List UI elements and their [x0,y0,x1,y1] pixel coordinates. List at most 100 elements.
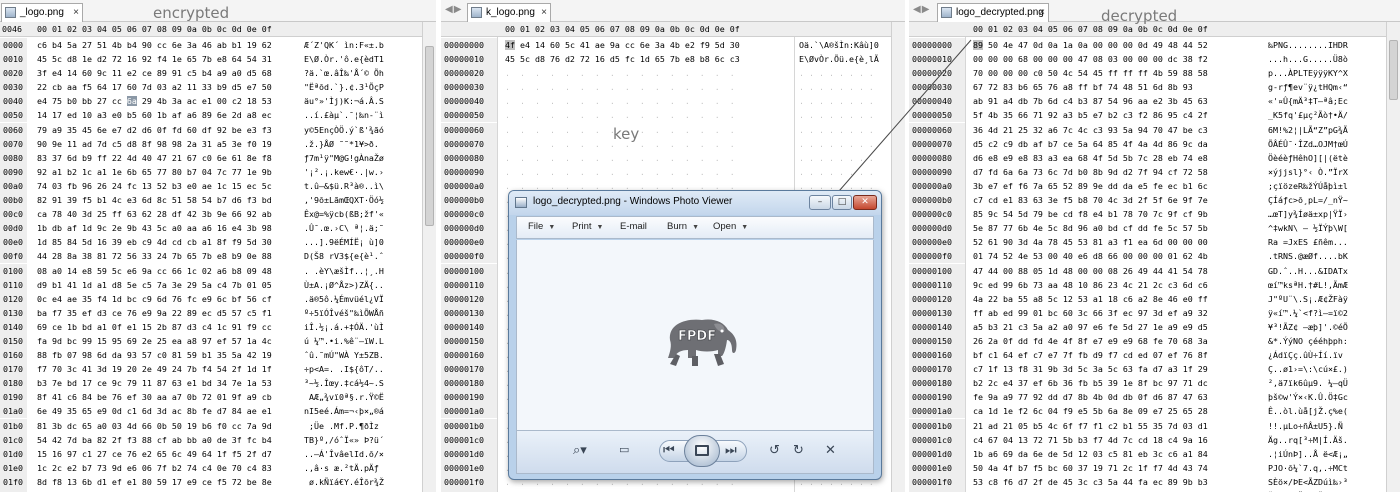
hex-row[interactable]: 00000180 b2 2c e4 37 ef 6b 36 fb b5 39 1e… [909,376,1400,391]
ascii-text[interactable]: ..—Á'ÎvâelId.õ/× [304,447,384,461]
ascii-text[interactable]: PJO·õ¼`7.q,.÷MCt [1268,461,1348,475]
hex-bytes[interactable]: 44 28 8a 38 81 72 56 33 24 7b 65 7b e8 b… [37,249,272,263]
ascii-text[interactable]: AÆ„¾vï0ª§.r.Ÿ©Ë [304,390,384,404]
ascii-text[interactable]: . .èY\æšÌf..¦¸.H [304,264,384,278]
hex-row[interactable]: 01b0 81 3b dc 65 a0 03 4d 66 0b 50 19 b6 … [0,418,436,433]
hex-row[interactable]: 00d0 1b db af 1d 9c 2e 9b 43 5c a0 aa a6 … [0,221,436,236]
hex-bytes[interactable]: c6 b4 5a 27 51 4b b4 90 cc 6e 3a 46 ab b… [37,38,272,52]
ascii-text[interactable]: Êx@=%ÿcb(ßB;žf'« [304,207,384,221]
hex-row[interactable]: 00000020 70 00 00 00 c0 50 4c 54 45 ff ff… [909,66,1400,81]
hex-bytes[interactable]: d5 c2 c9 db af b7 ce 5a 64 85 4f 4a 4d 8… [973,137,1208,151]
hex-row[interactable]: 00000160 bf c1 64 ef c7 e7 7f fb d9 f7 cd… [909,348,1400,363]
selected-byte[interactable]: 4f [505,40,515,50]
hex-bytes[interactable]: 1c 2c e2 b7 73 9d e6 06 7f b2 74 c4 0e 7… [37,461,272,475]
hex-row[interactable]: 0140 69 ce 1b bd a1 0f e1 15 2b 87 d3 c4 … [0,319,436,334]
ascii-text[interactable]: ³~½.Îœy.‡cá½4~.S [304,376,384,390]
title-bar[interactable]: logo_decrypted.png - Windows Photo Viewe… [509,191,881,215]
hex-bytes[interactable]: 1d 85 84 5d 16 39 eb c9 4d cd cb a1 8f f… [37,235,272,249]
ascii-text[interactable]: J"ºU¨\.S¡.Æ¢ŽFàÿ [1268,292,1348,306]
ascii-text[interactable]: ...h...G.....Ü8ò [1268,52,1348,66]
hex-bytes[interactable]: 45 5c d8 76 d2 72 16 d5 fc 1d 65 7b e8 b… [505,52,740,66]
hex-row[interactable]: 000001d0 1b a6 69 da 6e de 5d 12 03 c5 81… [909,446,1400,461]
hex-row[interactable]: 00000030 . . . . . . . . . . . . . . . ..… [441,80,905,95]
ascii-text[interactable]: ÇÍáƒc>õ¸pL=/_nŸ~ [1268,193,1348,207]
ascii-text[interactable]: .¦iÚnÞ]..Å ë<Æ¡„ [1268,447,1348,461]
ascii-text[interactable]: . . . . . . . . [799,137,874,151]
hex-row[interactable]: 00000040 . . . . . . . . . . . . . . . ..… [441,94,905,109]
hex-row[interactable]: 01c0 54 42 7d ba 82 2f f3 88 cf ab bb a0 … [0,432,436,447]
photo-viewer-window[interactable]: logo_decrypted.png - Windows Photo Viewe… [508,190,882,480]
hex-row[interactable]: 0080 83 37 6d b9 ff 22 4d 40 47 21 67 c0 … [0,150,436,165]
ascii-text[interactable]: .ž.­}ÅØ ˜˜*1¥>ð. [304,137,379,151]
rotate-cw-icon[interactable]: ↻ [793,443,804,458]
image-canvas[interactable]: FPDF [516,240,874,430]
selected-byte[interactable]: 89 [973,40,983,50]
hex-bytes[interactable]: 92 a1 b2 1c a1 1e 6b 65 77 80 b7 04 7c 7… [37,165,272,179]
ascii-text[interactable]: ...].9ëÉMÍË¡ ù]0 [304,235,384,249]
hex-row[interactable]: 0020 3f e4 14 60 9c 11 e2 ce 89 91 c5 b4 … [0,66,436,81]
hex-bytes[interactable]: 82 91 39 f5 b1 4c e3 6d 8c 51 58 54 b7 d… [37,193,272,207]
ascii-text[interactable]: D(Š8 rV3${e{è¹.ˆ [304,249,384,263]
hex-row[interactable]: 00000010 00 00 00 68 00 00 00 47 08 03 00… [909,52,1400,67]
hex-bytes[interactable]: 14 17 ed 10 a3 e0 b5 60 1b af a6 89 6e 2… [37,108,272,122]
ascii-text[interactable]: .tRNS.@æØf....bK [1268,249,1348,263]
hex-bytes[interactable]: ca 78 40 3d 25 ff 63 62 28 df 42 3b 9e 6… [37,207,272,221]
cursor-byte[interactable]: 6a [126,96,137,107]
hex-row[interactable]: 00000070. . . . . . . . . . . . . . . ..… [441,136,905,151]
hex-bytes[interactable]: 4f e4 14 60 5c 41 ae 9a cc 6e 3a 4b e2 f… [505,38,740,52]
hex-bytes[interactable]: 79 a9 35 45 6e e7 d2 d6 0f fd 60 df 92 b… [37,123,272,137]
hex-row[interactable]: 000000b0 c7 cd e1 83 63 3e f5 b8 70 4c 3d… [909,193,1400,208]
ascii-text[interactable]: ;çïözeR‰žÝÚåþì±l [1268,179,1348,193]
hex-row[interactable]: 00000110 9c ed 99 6b 73 aa 48 10 86 23 4c… [909,277,1400,292]
hex-bytes[interactable]: 85 9c 54 5d 79 be cd f8 e4 b1 78 70 7c 9… [973,207,1208,221]
hex-bytes[interactable]: e4 75 b0 bb 27 cc 6a 29 4b 3a ac e1 00 c… [37,94,272,108]
hex-bytes[interactable]: 54 42 7d ba 82 2f f3 88 cf ab bb a0 de 3… [37,433,272,447]
hex-row[interactable]: 000001a0 ca 1d 1e f2 6c 04 f9 e5 5b 6a 8e… [909,404,1400,419]
hex-bytes[interactable]: 6e 49 35 65 e9 0d c1 6d 3d ac 8b fe d7 8… [37,404,272,418]
hex-row[interactable]: 00000030 67 72 83 b6 65 76 a8 ff bf 74 48… [909,80,1400,95]
ascii-text[interactable]: ¿ÁdïÇç.ûÙ÷Íí.ïv [1268,348,1348,362]
hex-bytes[interactable]: 83 37 6d b9 ff 22 4d 40 47 21 67 c0 6e 6… [37,151,272,165]
hex-row[interactable]: 00000040 ab 91 a4 db 7b 6d c4 b3 87 54 96… [909,94,1400,109]
ascii-text[interactable]: . . . . . . . . [799,66,874,80]
hex-row[interactable]: 00000140 a5 b3 21 c3 5a a2 a0 97 e6 fe 5d… [909,319,1400,334]
hex-bytes[interactable]: a5 b3 21 c3 5a a2 a0 97 e6 fe 5d 27 1e a… [973,320,1208,334]
hex-bytes[interactable]: b3 7e bd 17 ce 9c 79 11 87 63 e1 bd 34 7… [37,376,272,390]
hex-bytes[interactable]: d9 b1 41 1d a1 d8 5e c5 7a 3e 29 5a c4 7… [37,278,272,292]
hex-row[interactable]: 000000f0 01 74 52 4e 53 00 40 e6 d8 66 00… [909,249,1400,264]
ascii-text[interactable]: þš©w'Ý×‹K.Û.Ö‡Gc [1268,390,1348,404]
ascii-text[interactable]: ²,ä7ïk6ûµ9. ¼—qÜ [1268,376,1348,390]
zoom-icon[interactable]: ⌕▾ [573,443,587,458]
hex-bytes[interactable]: ff ab ed 99 01 bc 60 3c 66 3f ec 97 3d e… [973,306,1208,320]
ascii-text[interactable]: Æ´Z'QK´ ìn:F«±.b [304,38,384,52]
ascii-text[interactable]: Ra =JxES £ñêm... [1268,235,1348,249]
hex-bytes[interactable]: 21 ad 21 05 b5 4c 6f f7 f1 c2 b1 55 35 7… [973,419,1208,433]
hex-row[interactable]: 00b0 82 91 39 f5 b1 4c e3 6d 8c 51 58 54 … [0,193,436,208]
hex-bytes[interactable]: 67 72 83 b6 65 76 a8 ff bf 74 48 51 6d 8… [973,80,1193,94]
hex-row[interactable]: 0130 ba f7 35 ef d3 ce 76 e9 9a 22 89 ec … [0,305,436,320]
hex-bytes[interactable]: 81 3b dc 65 a0 03 4d 66 0b 50 19 b6 f0 c… [37,419,272,433]
ascii-text[interactable]: . . . . . . . . [799,151,874,165]
ascii-text[interactable]: . . . . . . . . [799,123,874,137]
ascii-text[interactable]: . . . . . . . . [799,80,874,94]
menu-burn[interactable]: Burn ▼ [667,221,699,232]
hex-bytes[interactable]: 3f e4 14 60 9c 11 e2 ce 89 91 c5 b4 a9 a… [37,66,272,80]
ascii-text[interactable]: ^‡wkN\ – ½ÏÝþ\W[ [1268,221,1348,235]
hex-bytes[interactable]: 1b a6 69 da 6e de 5d 12 03 c5 81 eb 3c c… [973,447,1208,461]
hex-bytes[interactable]: c7 1f 13 f8 31 9b 3d 5c 3a 5c 63 fa d7 a… [973,362,1208,376]
hex-bytes[interactable]: ca 1d 1e f2 6c 04 f9 e5 5b 6a 8e 09 e7 2… [973,404,1208,418]
hex-bytes[interactable]: 22 cb aa f5 64 17 60 7d 03 a2 11 33 b9 d… [37,80,272,94]
hex-row[interactable]: 00000150 26 2a 0f dd fd 4e 4f 8f e7 e9 e9… [909,333,1400,348]
nav-arrows-icon[interactable]: ◀▶ [445,4,462,15]
hex-row[interactable]: 01e0 1c 2c e2 b7 73 9d e6 06 7f b2 74 c4 … [0,460,436,475]
hex-row[interactable]: 00000080 d6 e8 e9 e8 83 a3 ea 68 4f 5d 5b… [909,150,1400,165]
ascii-text[interactable]: g-rƒ¶ev¨ÿ¿tHQm‹“ [1268,80,1348,94]
hex-bytes[interactable]: 26 2a 0f dd fd 4e 4f 8f e7 e9 e9 68 fe 7… [973,334,1208,348]
hex-row[interactable]: 00000060 36 4d 21 25 32 a6 7c 4c c3 93 5a… [909,122,1400,137]
ascii-text[interactable]: ×ýjjsl}°‹ Ò.”ÏrX [1268,165,1348,179]
hex-row[interactable]: 0040 e4 75 b0 bb 27 cc 6a 29 4b 3a ac e1 … [0,94,436,109]
hex-row[interactable]: 000000d0 5e 87 77 6b 4e 5c 8d 96 a0 bd cf… [909,221,1400,236]
hex-bytes[interactable]: 5f 4b 35 66 71 92 a3 b5 e7 b2 c3 f2 86 9… [973,108,1208,122]
hex-bytes[interactable]: . . . . . . . . . . . . . . . . [505,151,735,165]
ascii-text[interactable]: ú ¼™.•i.%ê¨—ïW.L [304,334,384,348]
